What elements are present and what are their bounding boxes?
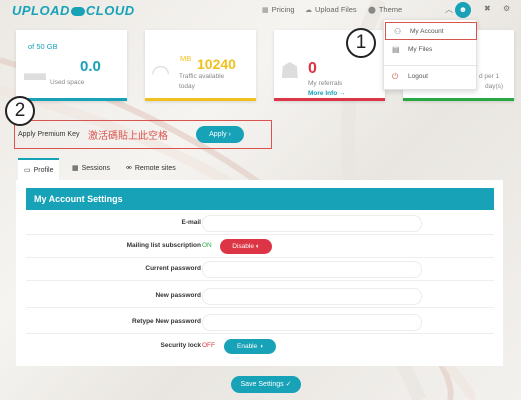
mailing-label: Mailing list subscription: [126, 242, 201, 249]
site-logo[interactable]: UPLOAD CLOUD: [12, 3, 135, 18]
power-icon: ⏻: [392, 72, 399, 81]
cloud-upload-icon: ☁: [305, 7, 312, 14]
toggle-off-icon: ◐: [255, 243, 260, 250]
security-enable-button[interactable]: Enable ◑: [224, 339, 276, 354]
downloads-sub2: day(s): [485, 83, 504, 90]
retype-password-field[interactable]: [202, 314, 422, 331]
account-settings-panel: My Account Settings E-mail Mailing list …: [16, 180, 503, 366]
security-lock-label: Security lock: [160, 342, 201, 349]
tab-profile[interactable]: ▭ Profile: [18, 158, 60, 180]
mailing-row: Mailing list subscription ON Disable ◐: [26, 235, 494, 258]
top-navbar: UPLOAD CLOUD ▦ Pricing ☁ Upload Files ⬤ Them…: [0, 0, 521, 20]
tab-remote-sites[interactable]: ⚮ Remote sites: [120, 158, 182, 180]
menu-item-my-files[interactable]: ▤ My Files: [384, 41, 478, 59]
palette-icon: ⬤: [368, 7, 376, 14]
mailing-disable-button[interactable]: Disable ◐: [220, 239, 272, 254]
retype-password-row: Retype New password: [26, 311, 494, 334]
current-password-label: Current password: [145, 265, 201, 272]
toggle-on-icon: ◑: [259, 343, 263, 350]
menu-item-logout[interactable]: ⏻ Logout: [384, 68, 478, 86]
tab-sessions[interactable]: ▦ Sessions: [66, 158, 116, 180]
user-dropdown-menu: ⚇ My Account ▤ My Files ⏻ Logout: [383, 19, 478, 90]
menu-item-my-account[interactable]: ⚇ My Account: [385, 22, 477, 40]
new-password-row: New password: [26, 285, 494, 308]
annotation-marker-1: 1: [346, 28, 376, 58]
traffic-sub2: today: [179, 83, 195, 90]
hard-drive-icon: ▬: [24, 60, 46, 85]
nav-theme[interactable]: ⬤ Theme: [368, 5, 402, 14]
id-card-icon: ▭: [24, 167, 31, 174]
current-password-row: Current password: [26, 258, 494, 281]
email-field[interactable]: [202, 215, 422, 232]
storage-card: ▬ of 50 GB 0.0 Used space: [16, 30, 127, 101]
storage-caption: of 50 GB: [28, 42, 58, 51]
traffic-unit: MB: [180, 54, 192, 63]
traffic-sub1: Traffic available: [179, 73, 225, 80]
storage-bar: [16, 98, 127, 101]
referrals-value: 0: [308, 60, 317, 77]
referrals-sub: My referrals: [308, 80, 343, 87]
user-avatar-button[interactable]: ☻: [455, 2, 471, 18]
save-settings-button[interactable]: Save Settings ✓: [231, 376, 301, 393]
annotation-highlight-premium: [14, 120, 272, 149]
traffic-card: ◠ MB 10240 Traffic available today: [145, 30, 256, 101]
no-ads-icon[interactable]: ✖: [484, 4, 491, 13]
pricing-icon: ▦: [262, 7, 269, 14]
chevron-up-icon[interactable]: ︿: [445, 4, 453, 15]
user-cog-icon: ⚇: [394, 27, 402, 36]
storage-value: 0.0: [80, 58, 101, 75]
menu-divider: [384, 65, 478, 66]
security-lock-row: Security lock OFF Enable ◑: [26, 335, 494, 358]
referrals-bar: [274, 98, 385, 101]
panel-title: My Account Settings: [26, 188, 494, 210]
email-row: E-mail: [26, 212, 494, 235]
nav-pricing[interactable]: ▦ Pricing: [262, 5, 295, 14]
users-icon: ☗: [280, 58, 300, 83]
downloads-bar: [403, 98, 514, 101]
mailing-state: ON: [202, 242, 212, 249]
new-password-field[interactable]: [202, 288, 422, 305]
new-password-label: New password: [155, 292, 201, 299]
cloud-icon: [70, 7, 85, 16]
sitemap-icon: ⚮: [126, 165, 132, 172]
nav-upload-files[interactable]: ☁ Upload Files: [305, 5, 357, 14]
security-lock-state: OFF: [202, 342, 215, 349]
table-icon: ▦: [72, 165, 79, 172]
referrals-more-info-link[interactable]: More Info →: [308, 90, 346, 97]
retype-password-label: Retype New password: [132, 318, 201, 325]
traffic-value: 10240: [197, 56, 236, 72]
downloads-sub1: d per 1: [479, 73, 500, 80]
email-label: E-mail: [181, 219, 201, 226]
files-icon: ▤: [392, 45, 400, 54]
gear-icon[interactable]: ⚙: [503, 4, 510, 13]
current-password-field[interactable]: [202, 261, 422, 278]
annotation-marker-2: 2: [5, 96, 35, 126]
traffic-bar: [145, 98, 256, 101]
storage-sub: Used space: [50, 79, 85, 86]
wifi-icon: ◠: [151, 60, 171, 85]
